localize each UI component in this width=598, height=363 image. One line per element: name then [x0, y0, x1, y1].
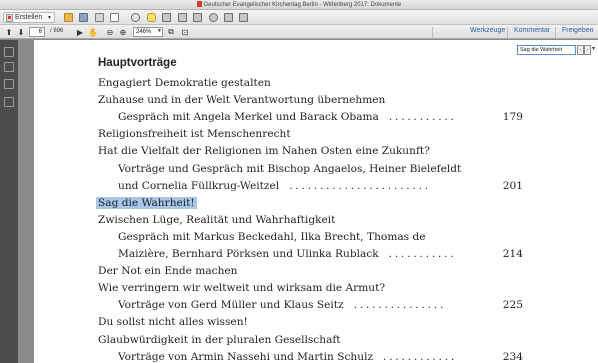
fit-width-icon[interactable]: ⊡ [180, 27, 190, 37]
layers-icon[interactable] [239, 13, 248, 22]
create-button[interactable]: Erstellen ▼ [3, 12, 55, 23]
toc-entry-text: Vorträge von Gerd Müller und Klaus Seitz [118, 299, 344, 312]
toc-entry-text: Vorträge und Gespräch mit Bischop Angael… [118, 162, 462, 175]
main-toolbar: Erstellen ▼ [0, 10, 598, 25]
toc-entry-text: Sag die Wahrheit! [96, 196, 197, 209]
toc-entry-text: Engagiert Demokratie gestalten [98, 77, 271, 89]
search-prev-icon[interactable]: ‹ [577, 45, 584, 55]
tab-comment[interactable]: Kommentar [514, 27, 550, 34]
toc-entry: Zwischen Lüge, Realität und Wahrhaftigke… [98, 214, 335, 226]
navigation-toolbar: ⬆ ⬇ 6 / 696 ▶ ✋ ⊖ ⊕ 246% ▼ ⧉ ⊡ Werkzeuge… [0, 25, 598, 39]
toc-entry: Religionsfreiheit ist Menschenrecht [98, 128, 291, 140]
mail-icon[interactable] [110, 13, 119, 22]
create-button-label: Erstellen [15, 14, 43, 21]
select-cursor-icon[interactable]: ▶ [75, 27, 85, 37]
toolbar-separator [555, 27, 556, 38]
attachments-icon[interactable] [4, 79, 14, 89]
toc-leader-dots: ............ [383, 350, 458, 363]
hand-tool-icon[interactable]: ✋ [88, 27, 98, 37]
search-options-icon[interactable]: ▾ [592, 45, 598, 55]
toc-entry: Zuhause und in der Welt Verantwortung üb… [98, 94, 385, 106]
gear-icon[interactable] [131, 13, 140, 22]
toc-entry-text: Zuhause und in der Welt Verantwortung üb… [98, 94, 386, 107]
window-title: Deutscher Evangelischer Kirchentag Berli… [203, 2, 402, 8]
toc-page-number: 234 [502, 350, 523, 363]
toc-entry-text: Glaubwürdigkeit in der pluralen Gesellsc… [98, 333, 341, 346]
toc-entry: Vorträge und Gespräch mit Bischop Angael… [118, 163, 461, 175]
tab-tools[interactable]: Werkzeuge [470, 27, 505, 34]
toc-leader-dots: ....................... [289, 179, 431, 192]
toc-entry-text: Wie verringern wir weltweit und wirksam … [98, 282, 386, 295]
toc-entry: Wie verringern wir weltweit und wirksam … [98, 282, 385, 294]
bookmarks-icon[interactable] [4, 62, 14, 72]
toc-entry-text: Maizière, Bernhard Pörksen und Ulinka Ru… [118, 248, 379, 260]
toc-entry: Vorträge von Gerd Müller und Klaus Seitz [118, 299, 344, 311]
print-icon[interactable] [95, 13, 104, 22]
zoom-out-icon[interactable]: ⊖ [105, 27, 115, 37]
pdf-file-icon [196, 1, 202, 7]
toc-entry-text: Religionsfreiheit ist Menschenrecht [98, 128, 291, 141]
fit-page-icon[interactable]: ⧉ [166, 27, 176, 37]
toc-page-number: 179 [502, 111, 523, 124]
open-folder-icon[interactable] [64, 13, 73, 22]
toc-entry-text: Vorträge von Armin Nassehi und Martin Sc… [118, 350, 374, 363]
toc-page-number: 225 [502, 299, 523, 312]
upload-icon[interactable] [224, 13, 233, 22]
search-next-icon[interactable]: › [584, 45, 591, 55]
users-icon[interactable] [209, 13, 218, 22]
toc-page-number: 201 [502, 179, 523, 192]
toc-entry: Maizière, Bernhard Pörksen und Ulinka Ru… [118, 248, 379, 260]
navigation-pane [0, 40, 18, 363]
toolbar-separator [432, 27, 433, 38]
toc-leader-dots: ........... [388, 248, 457, 260]
chevron-down-icon[interactable]: ▼ [157, 28, 162, 34]
chevron-down-icon: ▼ [47, 14, 52, 21]
toc-entry: Glaubwürdigkeit in der pluralen Gesellsc… [98, 334, 341, 346]
zoom-in-icon[interactable]: ⊕ [118, 27, 128, 37]
toc-entry: Engagiert Demokratie gestalten [98, 77, 271, 89]
toc-entry: Sag die Wahrheit! [96, 196, 197, 209]
create-pdf-icon [6, 13, 13, 22]
toc-entry: Hat die Vielfalt der Religionen im Nahen… [98, 145, 430, 157]
tab-share[interactable]: Freigeben [562, 27, 594, 34]
page-number-input[interactable]: 6 [29, 27, 45, 37]
toc-leader-dots: ............... [353, 299, 447, 312]
toc-entry-text: Zwischen Lüge, Realität und Wahrhaftigke… [98, 213, 336, 226]
toc-entry: Du sollst nicht alles wissen! [98, 316, 248, 328]
toc-entry: Gespräch mit Angela Merkel und Barack Ob… [118, 111, 379, 123]
toc-entry: Vorträge von Armin Nassehi und Martin Sc… [118, 351, 373, 363]
toc-entry: Der Not ein Ende machen [98, 265, 238, 277]
toc-entry-text: Du sollst nicht alles wissen! [98, 316, 248, 329]
page-total: / 696 [50, 28, 64, 34]
toc-leader-dots: ........... [388, 111, 457, 124]
pdf-page: Hauptvorträge Engagiert Demokratie gesta… [34, 40, 598, 363]
prev-page-icon[interactable]: ⬆ [4, 27, 14, 37]
page-thumbnails-icon[interactable] [4, 47, 14, 57]
next-page-icon[interactable]: ⬇ [16, 27, 26, 37]
pen-icon[interactable] [162, 13, 171, 22]
toc-entry: Gespräch mit Markus Beckedahl, Ilka Brec… [118, 231, 426, 243]
stamp-icon[interactable] [178, 13, 187, 22]
toc-entry-text: Der Not ein Ende machen [98, 265, 238, 278]
toc-entry-text: Gespräch mit Markus Beckedahl, Ilka Brec… [118, 230, 426, 243]
window-titlebar: Deutscher Evangelischer Kirchentag Berli… [0, 0, 598, 10]
search-input[interactable]: Sag die Wahrheit [517, 45, 576, 55]
toc-entry-text: und Cornelia Füllkrug-Weitzel [118, 179, 280, 192]
share-icon[interactable] [193, 13, 202, 22]
toc-entry: und Cornelia Füllkrug-Weitzel [118, 180, 279, 192]
toc-entry-text: Hat die Vielfalt der Religionen im Nahen… [98, 145, 430, 158]
section-title: Hauptvorträge [98, 57, 177, 69]
comment-icon[interactable] [147, 13, 156, 22]
toolbar-separator [507, 27, 508, 38]
signatures-icon[interactable] [4, 97, 14, 107]
toc-entry-text: Gespräch mit Angela Merkel und Barack Ob… [118, 111, 379, 124]
toc-page-number: 214 [502, 248, 523, 260]
save-icon[interactable] [79, 13, 88, 22]
